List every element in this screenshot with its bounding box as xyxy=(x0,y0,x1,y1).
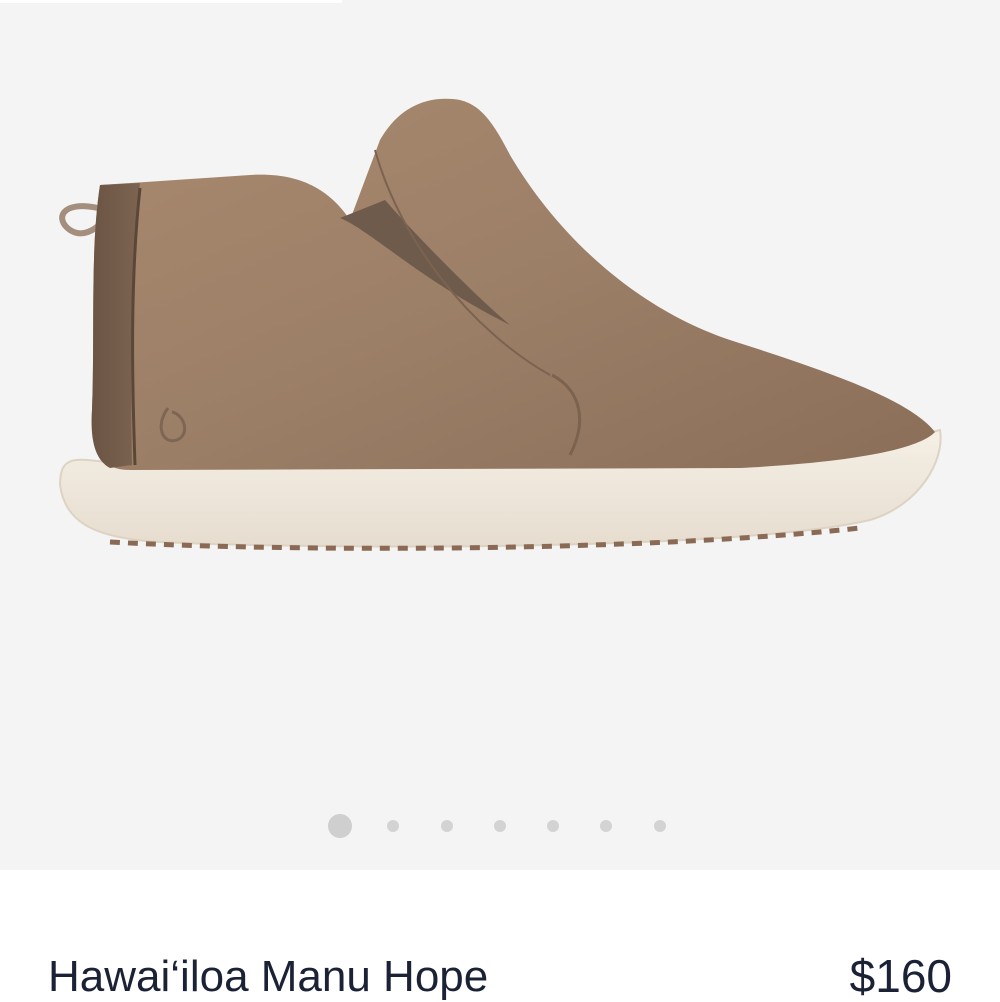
product-title[interactable]: Hawai‘iloa Manu Hope xyxy=(48,955,488,999)
product-shoe-image[interactable] xyxy=(40,80,960,580)
carousel-dot[interactable] xyxy=(494,820,506,832)
carousel-dot[interactable] xyxy=(600,820,612,832)
top-tab-indicator xyxy=(0,0,342,3)
carousel-dot[interactable] xyxy=(547,820,559,832)
product-image-gallery[interactable] xyxy=(0,0,1000,870)
carousel-dot[interactable] xyxy=(654,820,666,832)
carousel-dot-active[interactable] xyxy=(328,814,352,838)
product-price: $160 xyxy=(849,950,952,1002)
carousel-pagination xyxy=(0,813,1000,839)
carousel-dot[interactable] xyxy=(387,820,399,832)
carousel-dot[interactable] xyxy=(441,820,453,832)
